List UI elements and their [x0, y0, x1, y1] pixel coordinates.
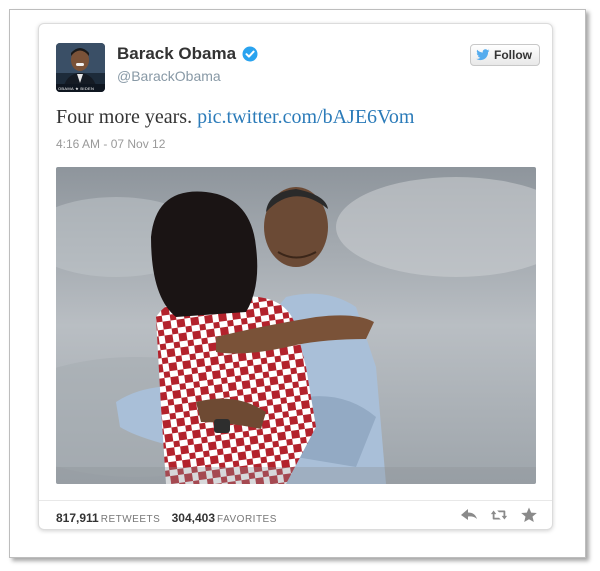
tweet-link[interactable]: pic.twitter.com/bAJE6Vom	[197, 106, 414, 128]
author-name[interactable]: Barack Obama	[117, 44, 236, 64]
author-name-row[interactable]: Barack Obama	[117, 44, 258, 64]
author-handle[interactable]: @BarackObama	[117, 68, 221, 84]
tweet-timestamp[interactable]: 4:16 AM - 07 Nov 12	[56, 137, 165, 151]
retweet-icon[interactable]	[490, 507, 508, 523]
follow-button[interactable]: Follow	[470, 44, 540, 66]
avatar-image	[56, 43, 105, 92]
retweet-label: RETWEETS	[100, 514, 161, 525]
avatar-caption: OBAMA ★ BIDEN	[58, 86, 95, 91]
reply-icon[interactable]	[460, 507, 478, 523]
twitter-bird-icon	[476, 49, 490, 61]
favorite-count[interactable]: 304,403	[172, 511, 215, 525]
tweet-actions	[460, 507, 538, 523]
tweet-text: Four more years. pic.twitter.com/bAJE6Vo…	[56, 106, 414, 129]
tweet-photo[interactable]	[56, 167, 536, 484]
favorite-label: FAVORITES	[217, 514, 277, 525]
tweet-stats: 817,911 RETWEETS 304,403 FAVORITES	[56, 511, 285, 525]
screenshot-frame: OBAMA ★ BIDEN Barack Obama @BarackObama …	[9, 9, 586, 558]
tweet-card: OBAMA ★ BIDEN Barack Obama @BarackObama …	[38, 23, 553, 530]
follow-label: Follow	[494, 48, 532, 62]
tweet-body: Four more years.	[56, 106, 193, 128]
photo-couple-embrace	[56, 167, 536, 484]
tweet-footer: 817,911 RETWEETS 304,403 FAVORITES	[39, 500, 552, 531]
avatar[interactable]: OBAMA ★ BIDEN	[56, 43, 105, 92]
verified-badge-icon	[242, 46, 258, 62]
retweet-count[interactable]: 817,911	[56, 511, 99, 525]
star-icon[interactable]	[520, 507, 538, 523]
